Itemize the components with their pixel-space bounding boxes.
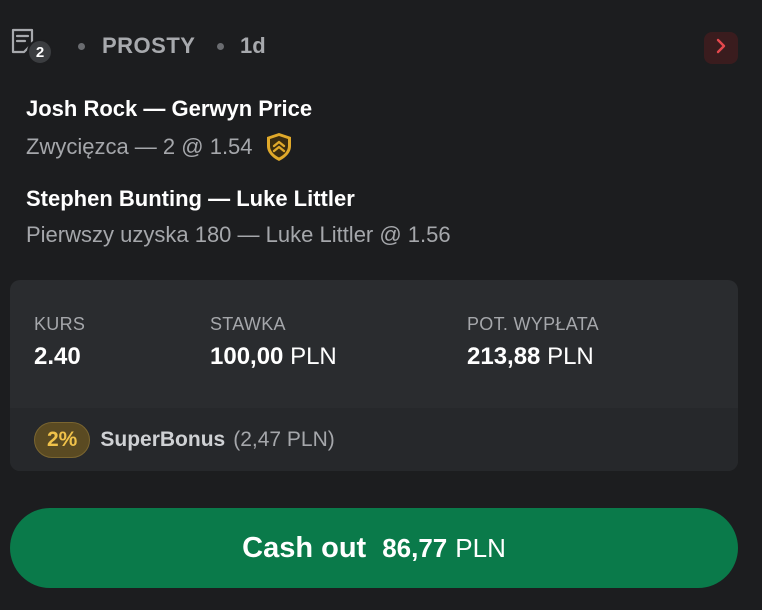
payout-currency: PLN — [547, 343, 594, 370]
selection-market: Zwycięzca — 2 @ 1.54 — [26, 132, 312, 162]
bonus-amount: (2,47 PLN) — [233, 427, 335, 451]
stake-label: STAWKA — [210, 314, 286, 334]
selection-item: Josh Rock — Gerwyn Price Zwycięzca — 2 @… — [26, 96, 312, 162]
chevron-right-icon — [714, 38, 728, 59]
odds-stat: KURS 2.40 — [34, 314, 85, 371]
cash-out-currency: PLN — [455, 532, 506, 563]
selection-title: Stephen Bunting — Luke Littler — [26, 186, 355, 211]
selection-market-text: Zwycięzca — 2 @ 1.54 — [26, 134, 253, 159]
stake-stat: STAWKA 100,00 PLN — [210, 314, 337, 371]
separator-dot — [217, 43, 224, 50]
payout-value: 213,88 — [467, 343, 541, 370]
cash-out-amount: 86,77 — [382, 532, 448, 563]
odds-label: KURS — [34, 314, 86, 334]
boost-shield-icon — [265, 132, 293, 162]
bet-header: 2 PROSTY 1d — [10, 26, 738, 66]
selection-item: Stephen Bunting — Luke Littler Pierwszy … — [26, 186, 451, 248]
selection-title: Josh Rock — Gerwyn Price — [26, 96, 313, 121]
bet-age-label: 1d — [240, 33, 266, 58]
superbonus-row: 2% SuperBonus (2,47 PLN) — [10, 408, 738, 471]
bet-type-label: PROSTY — [102, 33, 196, 58]
bonus-percent-badge: 2% — [34, 421, 91, 458]
odds-value: 2.40 — [34, 343, 81, 370]
expand-button[interactable] — [704, 32, 738, 64]
cash-out-label: Cash out — [242, 531, 367, 564]
selection-count-badge: 2 — [27, 39, 53, 65]
bonus-name: SuperBonus — [100, 427, 226, 451]
separator-dot — [78, 43, 85, 50]
bet-summary-panel: KURS 2.40 STAWKA 100,00 PLN POT. WYPŁATA… — [10, 280, 738, 471]
cash-out-button[interactable]: Cash out 86,77 PLN — [10, 508, 738, 588]
selection-market: Pierwszy uzyska 180 — Luke Littler @ 1.5… — [26, 222, 451, 248]
selection-market-text: Pierwszy uzyska 180 — Luke Littler @ 1.5… — [26, 222, 451, 247]
stake-currency: PLN — [290, 343, 337, 370]
payout-stat: POT. WYPŁATA 213,88 PLN — [467, 314, 599, 371]
stake-value: 100,00 — [210, 343, 284, 370]
payout-label: POT. WYPŁATA — [467, 314, 599, 334]
